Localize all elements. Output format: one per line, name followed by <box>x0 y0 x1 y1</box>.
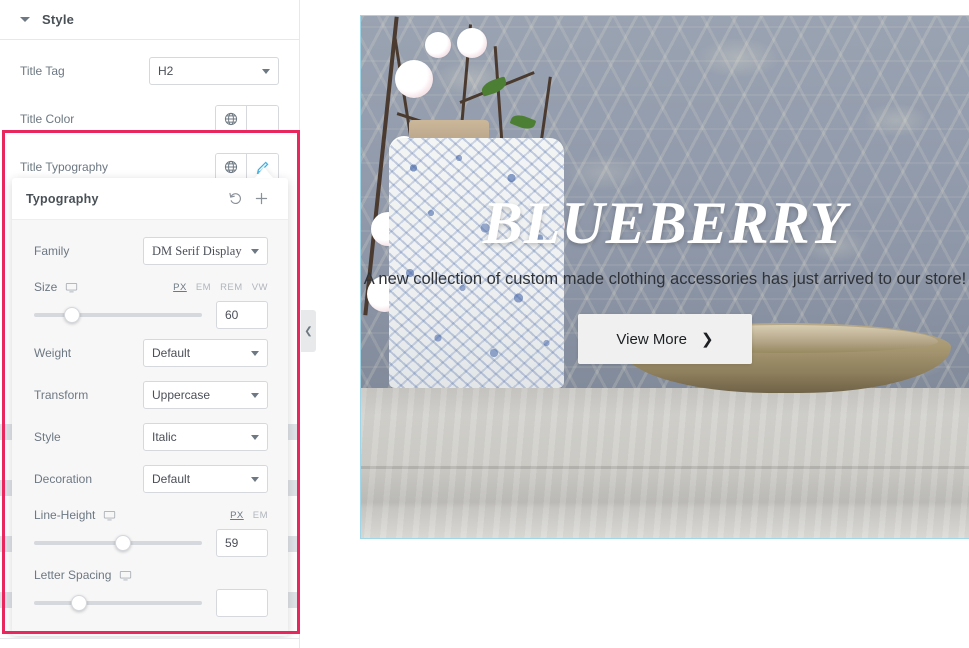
popover-arrow <box>255 167 273 178</box>
globe-icon[interactable] <box>216 106 247 132</box>
chevron-down-icon <box>251 393 259 398</box>
transform-label: Transform <box>34 388 89 402</box>
title-tag-value: H2 <box>158 64 174 78</box>
decoration-value: Default <box>152 472 191 486</box>
control-row-title-color: Title Color <box>0 98 299 140</box>
weight-label: Weight <box>34 346 72 360</box>
weight-select[interactable]: Default <box>143 339 268 367</box>
title-typography-label: Title Typography <box>20 160 109 174</box>
panel-collapse-handle[interactable]: ❮ <box>301 310 316 352</box>
field-family: Family DM Serif Display <box>34 234 268 268</box>
title-tag-label: Title Tag <box>20 64 65 78</box>
reset-icon[interactable] <box>222 186 248 212</box>
field-decoration: Decoration Default <box>34 462 268 496</box>
hero-content: Blueberry A new collection of custom mad… <box>361 193 969 364</box>
family-value: DM Serif Display <box>152 243 242 258</box>
size-unit-switcher: PX EM REM VW <box>173 282 268 293</box>
title-color-swatch[interactable] <box>247 106 278 132</box>
monitor-icon[interactable] <box>103 509 116 522</box>
chevron-down-icon <box>262 69 270 74</box>
hero-title[interactable]: Blueberry <box>361 193 969 253</box>
plus-icon[interactable] <box>248 186 274 212</box>
field-line-height-header: Line-Height PX EM <box>34 504 268 526</box>
typography-popover-body: Family DM Serif Display Size PX EM REM V… <box>12 220 288 636</box>
line-height-input[interactable]: 59 <box>216 529 268 557</box>
globe-icon[interactable] <box>216 154 247 180</box>
line-height-unit-em[interactable]: EM <box>253 510 268 521</box>
style-value: Italic <box>152 430 177 444</box>
size-input[interactable]: 60 <box>216 301 268 329</box>
decoration-label: Decoration <box>34 472 93 486</box>
letter-spacing-label: Letter Spacing <box>34 568 112 582</box>
letter-spacing-slider[interactable] <box>34 594 202 612</box>
chevron-right-icon: ❯ <box>701 331 714 348</box>
field-weight: Weight Default <box>34 336 268 370</box>
weight-value: Default <box>152 346 191 360</box>
line-height-label: Line-Height <box>34 508 96 522</box>
line-height-slider[interactable] <box>34 534 202 552</box>
typography-popover: Typography Family DM Serif Display Size … <box>12 178 288 636</box>
app-root: Style Title Tag H2 Title Color Title Typ… <box>0 0 969 648</box>
view-more-label: View More <box>616 330 687 348</box>
title-color-label: Title Color <box>20 112 75 126</box>
slider-knob[interactable] <box>64 307 81 323</box>
decoration-select[interactable]: Default <box>143 465 268 493</box>
field-size-header: Size PX EM REM VW <box>34 276 268 298</box>
size-slider[interactable] <box>34 306 202 324</box>
style-section-header[interactable]: Style <box>0 0 299 40</box>
chevron-down-icon <box>251 249 259 254</box>
hero-section[interactable]: Blueberry A new collection of custom mad… <box>360 15 969 539</box>
field-line-height-slider-row: 59 <box>34 526 268 560</box>
style-settings-panel: Style Title Tag H2 Title Color Title Typ… <box>0 0 300 648</box>
chevron-left-icon: ❮ <box>304 325 313 337</box>
letter-spacing-input[interactable] <box>216 589 268 617</box>
size-unit-px[interactable]: PX <box>173 282 187 293</box>
slider-track <box>34 313 202 317</box>
chevron-down-icon <box>251 435 259 440</box>
view-more-button[interactable]: View More ❯ <box>578 314 752 364</box>
slider-track <box>34 601 202 605</box>
title-color-controls <box>215 105 279 133</box>
transform-select[interactable]: Uppercase <box>143 381 268 409</box>
field-letter-spacing-header: Letter Spacing <box>34 564 268 586</box>
slider-knob[interactable] <box>114 535 131 551</box>
section-title: Style <box>42 12 75 27</box>
panel-bottom-strip <box>0 638 299 648</box>
slider-knob[interactable] <box>70 595 87 611</box>
title-tag-select[interactable]: H2 <box>149 57 279 85</box>
field-transform: Transform Uppercase <box>34 378 268 412</box>
size-unit-vw[interactable]: VW <box>252 282 268 293</box>
chevron-down-icon <box>251 477 259 482</box>
style-select[interactable]: Italic <box>143 423 268 451</box>
field-letter-spacing-slider-row <box>34 586 268 620</box>
monitor-icon[interactable] <box>119 569 132 582</box>
marble-counter <box>361 388 969 538</box>
typography-popover-header: Typography <box>12 178 288 220</box>
size-label: Size <box>34 280 58 294</box>
size-unit-rem[interactable]: REM <box>220 282 243 293</box>
transform-value: Uppercase <box>152 388 211 402</box>
field-size-slider-row: 60 <box>34 298 268 332</box>
size-unit-em[interactable]: EM <box>196 282 211 293</box>
control-row-title-tag: Title Tag H2 <box>0 50 299 92</box>
line-height-unit-px[interactable]: PX <box>230 510 244 521</box>
line-height-unit-switcher: PX EM <box>230 510 268 521</box>
caret-down-icon <box>20 17 30 22</box>
style-label: Style <box>34 430 61 444</box>
hero-subtitle[interactable]: A new collection of custom made clothing… <box>361 267 969 292</box>
typography-popover-title: Typography <box>26 191 99 206</box>
family-select[interactable]: DM Serif Display <box>143 237 268 265</box>
monitor-icon[interactable] <box>65 281 78 294</box>
preview-area: Blueberry A new collection of custom mad… <box>300 0 969 648</box>
family-label: Family <box>34 244 70 258</box>
field-style: Style Italic <box>34 420 268 454</box>
chevron-down-icon <box>251 351 259 356</box>
